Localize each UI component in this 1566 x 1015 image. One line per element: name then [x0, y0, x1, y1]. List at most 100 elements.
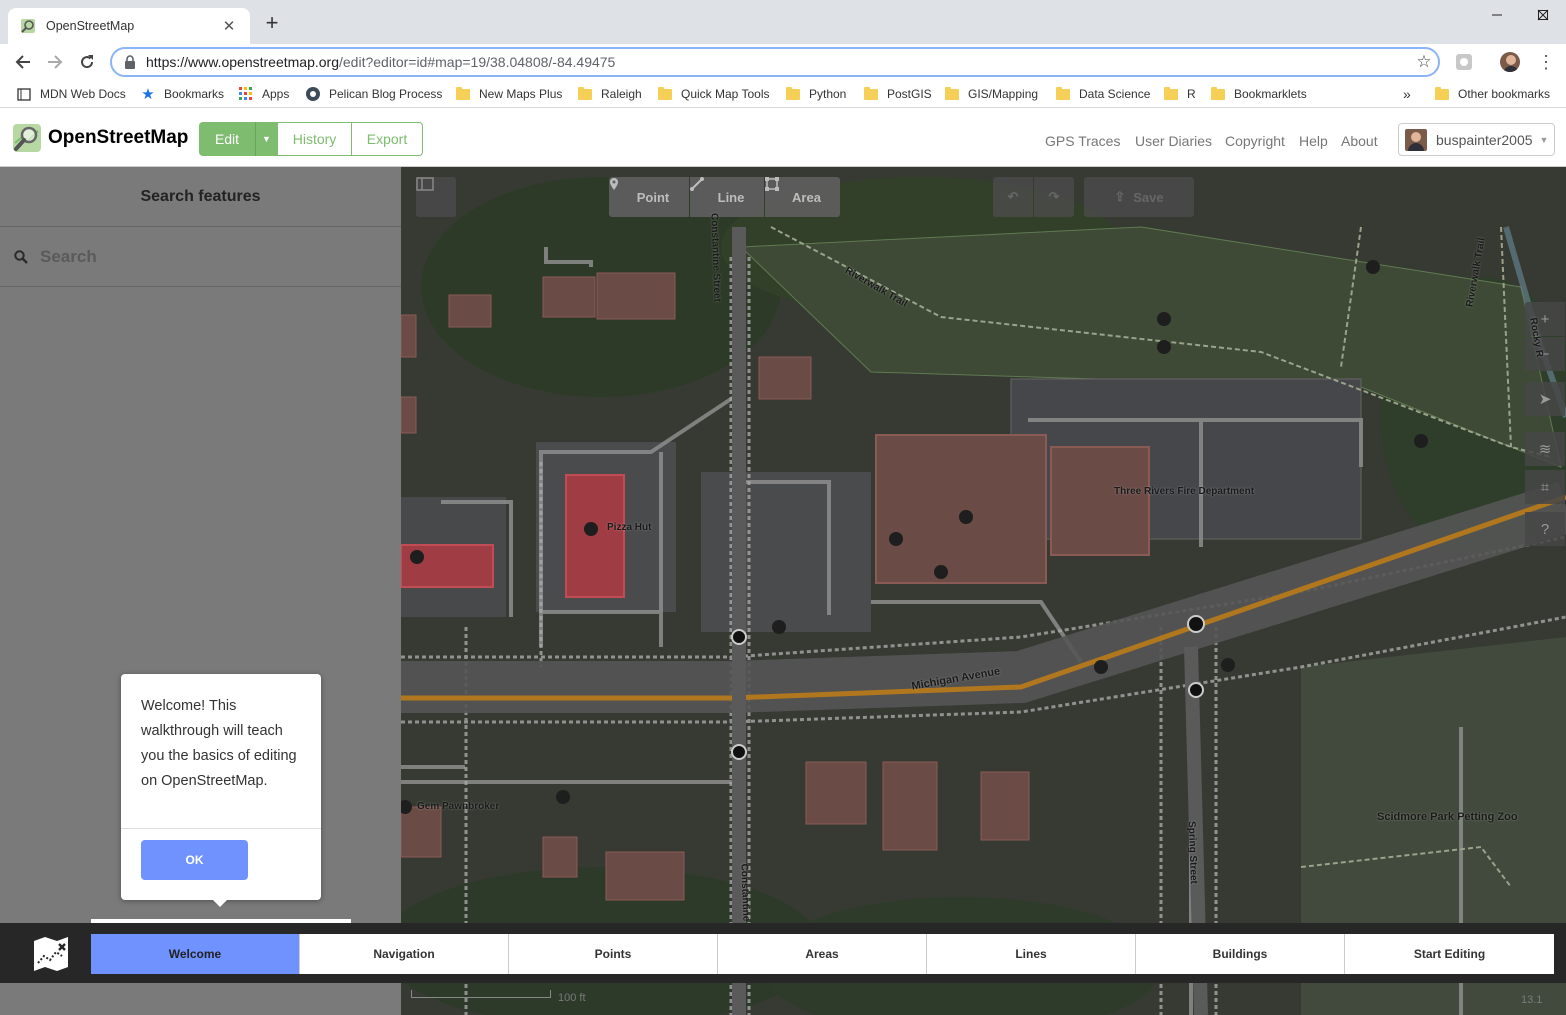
add-line-button[interactable]: Line — [690, 177, 764, 217]
walkthrough-tab-buildings[interactable]: Buildings — [1136, 934, 1345, 974]
nav-help[interactable]: Help — [1299, 133, 1328, 149]
background-button[interactable]: ≋ — [1525, 432, 1565, 466]
walkthrough-tab-points[interactable]: Points — [509, 934, 718, 974]
popover-arrow — [213, 900, 227, 907]
bookmark-item[interactable]: Python — [785, 84, 846, 104]
folder-icon — [455, 86, 471, 102]
url-path: /edit?editor=id#map=19/38.04808/-84.4947… — [339, 54, 616, 70]
tab-title: OpenStreetMap — [46, 19, 135, 33]
help-button[interactable]: ? — [1525, 512, 1565, 546]
sidebar-header: Search features — [0, 167, 401, 227]
pelican-icon — [305, 86, 321, 102]
bookmark-item[interactable]: MDN Web Docs — [16, 84, 126, 104]
url-text: https://www.openstreetmap.org/edit?edito… — [146, 54, 1410, 70]
mdn-icon — [16, 86, 32, 102]
bookmark-item[interactable]: Quick Map Tools — [657, 84, 769, 104]
menu-kebab-icon[interactable]: ⋮ — [1536, 52, 1556, 72]
label-gem-pawnbroker: Gem Pawnbroker — [417, 801, 500, 812]
bookmark-item[interactable]: New Maps Plus — [455, 84, 562, 104]
folder-icon — [1210, 86, 1226, 102]
point-label: Point — [636, 189, 670, 205]
user-menu[interactable]: buspainter2005 ▼ — [1398, 123, 1555, 156]
back-arrow-icon[interactable] — [11, 50, 35, 74]
bookmark-item[interactable]: Pelican Blog Process — [305, 84, 442, 104]
folder-icon — [863, 86, 879, 102]
search-input[interactable]: Search — [0, 227, 401, 287]
bookmark-label: Quick Map Tools — [681, 87, 770, 101]
geolocate-button[interactable]: ➤ — [1525, 382, 1565, 416]
caret-down-icon: ▼ — [1539, 134, 1549, 145]
bookmark-item[interactable]: Data Science — [1055, 84, 1150, 104]
walkthrough-tab-areas[interactable]: Areas — [718, 934, 927, 974]
zoom-level: 13.1 — [1521, 994, 1543, 1006]
area-label: Area — [792, 189, 821, 205]
bookmark-item[interactable]: ★ Bookmarks — [140, 84, 224, 104]
bookmark-item[interactable]: GIS/Mapping — [944, 84, 1038, 104]
nav-gps-traces[interactable]: GPS Traces — [1045, 133, 1120, 149]
bookmark-label: Pelican Blog Process — [329, 87, 443, 101]
window-close-icon[interactable] — [1520, 0, 1566, 30]
bookmark-label: PostGIS — [887, 87, 932, 101]
nav-about[interactable]: About — [1341, 133, 1378, 149]
save-button[interactable]: ⇪ Save — [1084, 177, 1194, 217]
browser-tab[interactable]: OpenStreetMap ✕ — [8, 8, 250, 44]
reload-icon[interactable] — [75, 50, 99, 74]
bookmark-label: Other bookmarks — [1458, 87, 1551, 101]
map-data-button[interactable]: ⌗ — [1525, 470, 1565, 504]
add-point-button[interactable]: Point — [609, 177, 689, 217]
apps-grid-icon — [238, 86, 254, 102]
bookmarks-overflow-button[interactable]: » — [1403, 84, 1411, 104]
undo-button[interactable]: ↶ — [993, 177, 1033, 217]
address-bar[interactable]: https://www.openstreetmap.org/edit?edito… — [110, 47, 1440, 77]
forward-arrow-icon[interactable] — [43, 50, 67, 74]
walkthrough-tab-start-editing[interactable]: Start Editing — [1345, 934, 1554, 974]
bookmark-item[interactable]: R — [1163, 84, 1196, 104]
user-avatar — [1405, 128, 1427, 151]
line-label: Line — [717, 189, 745, 205]
sidebar-toggle-button[interactable] — [416, 177, 456, 217]
walkthrough-progress — [91, 919, 351, 923]
bookmark-label: Bookmarklets — [1234, 87, 1307, 101]
map-canvas[interactable]: Point Line Area ↶ ↷ ⇪ Save + − ➤ ≋ ⌗ ? R… — [401, 167, 1566, 1015]
bookmark-item[interactable]: Apps — [238, 84, 289, 104]
edit-dropdown-button[interactable]: ▼ — [255, 122, 277, 156]
minimize-icon[interactable] — [1474, 0, 1520, 30]
folder-icon — [785, 86, 801, 102]
history-button[interactable]: History — [277, 122, 352, 156]
bookmark-item[interactable]: PostGIS — [863, 84, 932, 104]
caret-down-icon: ▼ — [262, 134, 271, 144]
folder-icon — [1434, 86, 1450, 102]
save-label: Save — [1133, 189, 1164, 205]
redo-button[interactable]: ↷ — [1034, 177, 1074, 217]
edit-button[interactable]: Edit — [199, 122, 255, 156]
bookmark-item[interactable]: Raleigh — [577, 84, 642, 104]
walkthrough-tab-lines[interactable]: Lines — [927, 934, 1136, 974]
osm-logo[interactable]: OpenStreetMap — [12, 123, 188, 153]
edit-button-group: Edit ▼ History Export — [199, 122, 423, 156]
add-area-button[interactable]: Area — [765, 177, 840, 217]
browser-toolbar: https://www.openstreetmap.org/edit?edito… — [0, 44, 1566, 80]
redo-icon: ↷ — [1048, 189, 1060, 204]
search-icon — [14, 249, 28, 264]
walkthrough-message: Welcome! This walkthrough will teach you… — [121, 674, 321, 829]
ok-button[interactable]: OK — [141, 840, 248, 880]
bookmark-label: New Maps Plus — [479, 87, 563, 101]
new-tab-button[interactable]: + — [260, 12, 284, 36]
bookmark-label: R — [1187, 87, 1196, 101]
walkthrough-tab-welcome[interactable]: Welcome — [91, 934, 300, 974]
bookmark-label: Data Science — [1079, 87, 1151, 101]
tab-close-icon[interactable]: ✕ — [220, 17, 238, 35]
other-bookmarks[interactable]: Other bookmarks — [1434, 84, 1550, 104]
profile-avatar[interactable] — [1500, 52, 1520, 72]
walkthrough-popover: Welcome! This walkthrough will teach you… — [121, 674, 321, 907]
export-button[interactable]: Export — [352, 122, 423, 156]
walkthrough-tab-navigation[interactable]: Navigation — [300, 934, 509, 974]
osm-brand: OpenStreetMap — [48, 127, 189, 148]
lock-icon — [124, 55, 138, 69]
extension-icon[interactable] — [1454, 52, 1474, 72]
nav-copyright[interactable]: Copyright — [1225, 133, 1285, 149]
bookmark-item[interactable]: Bookmarklets — [1210, 84, 1307, 104]
bookmark-star-icon[interactable]: ☆ — [1410, 52, 1438, 72]
nav-user-diaries[interactable]: User Diaries — [1135, 133, 1212, 149]
bookmarks-bar: MDN Web Docs ★ Bookmarks Apps Pelican Blo… — [0, 80, 1566, 108]
